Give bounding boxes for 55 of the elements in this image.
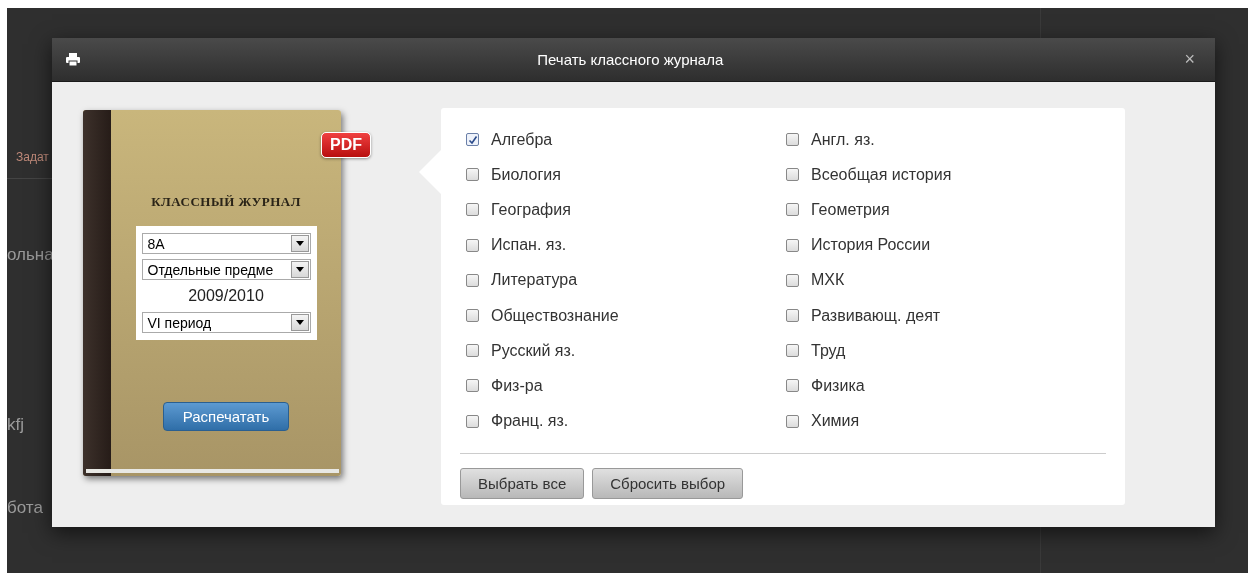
dialog-title: Печать классного журнала: [536, 51, 725, 68]
subject-label: Физика: [811, 376, 865, 395]
subject-label: Всеобщая история: [811, 165, 952, 184]
checkbox[interactable]: [466, 133, 479, 147]
subject-label: Литература: [491, 271, 578, 290]
subject-label: Труд: [811, 341, 846, 360]
subject-label: Биология: [491, 165, 561, 184]
pdf-badge: PDF: [321, 132, 371, 158]
checkbox[interactable]: [466, 203, 479, 217]
checkbox[interactable]: [466, 344, 479, 358]
subject-label: География: [491, 200, 571, 219]
subject-label: Развивающ. деят: [811, 306, 941, 325]
checkbox[interactable]: [466, 168, 479, 182]
checkbox[interactable]: [786, 344, 799, 358]
subject-label: Обществознание: [491, 306, 619, 325]
subject-label: Испан. яз.: [491, 236, 567, 255]
subject-label: Франц. яз.: [491, 412, 569, 431]
close-button[interactable]: ×: [1180, 49, 1199, 70]
checkbox[interactable]: [786, 133, 799, 147]
checkbox[interactable]: [786, 379, 799, 393]
journal-heading: КЛАССНЫЙ ЖУРНАЛ: [151, 194, 301, 210]
caret-icon: [295, 267, 304, 272]
printer-icon: [66, 53, 80, 66]
action-button[interactable]: Выбрать все: [460, 467, 585, 499]
background-text: Задат: [16, 150, 49, 164]
school-year: 2009/2010: [187, 286, 265, 306]
checkbox[interactable]: [786, 414, 799, 428]
checkbox[interactable]: [786, 203, 799, 217]
action-button[interactable]: Сбросить выбор: [592, 467, 744, 499]
checkbox[interactable]: [466, 414, 479, 428]
caret-icon: [295, 241, 304, 246]
subject-label: Англ. яз.: [811, 130, 875, 149]
checkbox[interactable]: [466, 273, 479, 287]
subject-label: Алгебра: [491, 130, 553, 149]
checkbox[interactable]: [786, 309, 799, 323]
caret-icon: [295, 320, 304, 325]
background-text: ольна: [7, 245, 54, 265]
checkbox[interactable]: [786, 238, 799, 252]
subject-label: МХК: [811, 271, 845, 290]
checkbox[interactable]: [466, 309, 479, 323]
subject-label: Геометрия: [811, 200, 890, 219]
subject-label: Физ-ра: [491, 376, 543, 395]
dropdown[interactable]: 8А: [141, 233, 311, 254]
dropdown[interactable]: VI период: [141, 312, 311, 333]
subject-label: История России: [811, 236, 931, 255]
subject-label: Русский яз.: [491, 341, 576, 360]
background-text: бота: [7, 498, 43, 518]
checkbox[interactable]: [466, 379, 479, 393]
checkbox[interactable]: [786, 168, 799, 182]
print-button[interactable]: Распечатать: [162, 402, 290, 431]
background-text: kfj: [7, 415, 24, 435]
subject-label: Химия: [811, 412, 860, 431]
checkbox[interactable]: [466, 238, 479, 252]
dropdown[interactable]: Отдельные предме: [141, 259, 311, 280]
checkbox[interactable]: [786, 273, 799, 287]
